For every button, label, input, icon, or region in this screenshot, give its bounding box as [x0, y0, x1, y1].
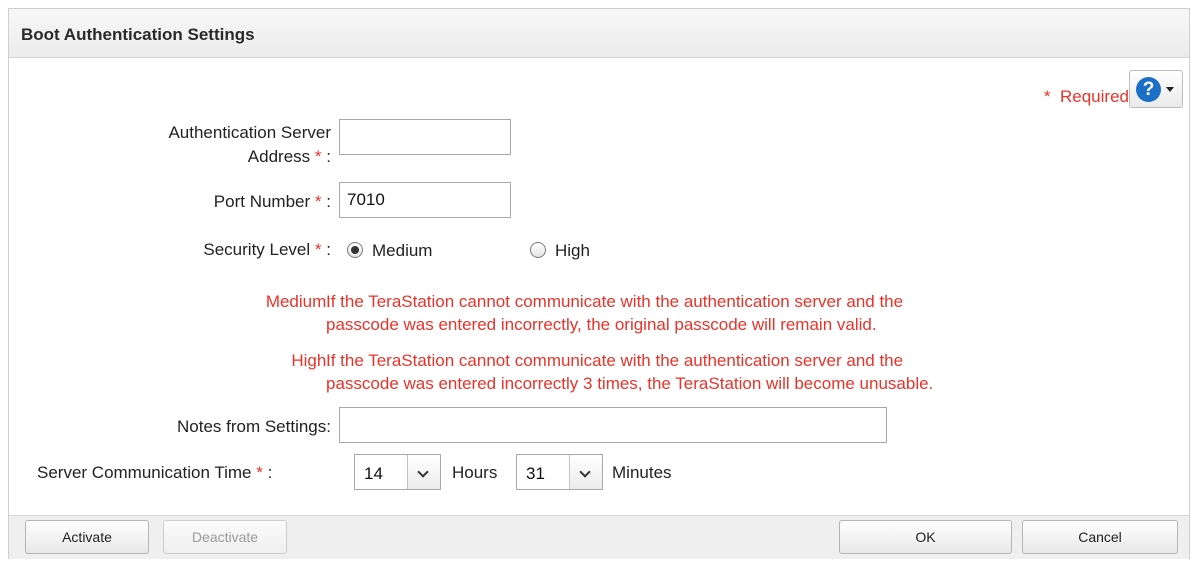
medium-note-line2: passcode was entered incorrectly, the or… — [326, 315, 877, 334]
minutes-value: 31 — [526, 464, 545, 483]
security-medium-label[interactable]: Medium — [372, 241, 432, 261]
port-required-star: * — [314, 192, 322, 211]
security-high-radio[interactable] — [530, 242, 546, 258]
minutes-label: Minutes — [612, 463, 672, 482]
dialog-titlebar: Boot Authentication Settings — [9, 9, 1189, 58]
notes-label: Notes from Settings: — [176, 417, 331, 436]
security-high-label[interactable]: High — [555, 241, 590, 261]
ok-button[interactable]: OK — [839, 520, 1012, 554]
chevron-down-icon — [569, 455, 602, 489]
high-note-line2: passcode was entered incorrectly 3 times… — [326, 374, 934, 393]
high-note-line1: If the TeraStation cannot communicate wi… — [326, 351, 904, 370]
port-label: Port Number — [213, 192, 311, 211]
comm-time-colon: : — [267, 463, 273, 482]
auth-server-label-line2-row: Address * : — [248, 147, 331, 167]
deactivate-button[interactable]: Deactivate — [163, 520, 287, 554]
required-star: * — [1043, 87, 1051, 106]
hours-value: 14 — [364, 464, 383, 483]
port-number-input[interactable] — [339, 182, 511, 218]
auth-server-label-line1: Authentication Server — [168, 123, 331, 142]
minutes-select[interactable]: 31 — [516, 454, 603, 490]
cancel-button[interactable]: Cancel — [1022, 520, 1178, 554]
help-icon: ? — [1136, 77, 1161, 102]
required-indicator: * Required — [1044, 87, 1129, 107]
security-label: Security Level — [203, 240, 311, 259]
dialog-title: Boot Authentication Settings — [21, 25, 255, 44]
security-required-star: * — [314, 240, 322, 259]
auth-server-label-line2: Address — [247, 147, 311, 166]
notes-input[interactable] — [339, 407, 887, 443]
required-label: Required — [1060, 87, 1129, 106]
auth-server-required-star: * — [314, 147, 322, 166]
chevron-down-icon — [1166, 87, 1174, 92]
help-button[interactable]: ? — [1129, 70, 1183, 108]
comm-time-label: Server Communication Time — [37, 463, 252, 482]
port-label-row: Port Number * : — [214, 192, 331, 212]
medium-note-line1: If the TeraStation cannot communicate wi… — [326, 292, 904, 311]
auth-server-input[interactable] — [339, 119, 511, 155]
auth-server-colon: : — [326, 147, 331, 166]
hours-label: Hours — [452, 463, 498, 482]
chevron-down-icon — [407, 455, 440, 489]
security-medium-radio[interactable] — [347, 242, 363, 258]
security-label-row: Security Level * : — [203, 240, 331, 260]
boot-auth-dialog: Boot Authentication Settings * Required … — [8, 8, 1190, 559]
medium-note-prefix: Medium: — [265, 292, 331, 311]
dialog-footer: Activate Deactivate OK Cancel — [9, 515, 1189, 559]
activate-button[interactable]: Activate — [25, 520, 149, 554]
comm-time-label-row: Server Communication Time * : — [37, 463, 272, 483]
security-colon: : — [326, 240, 331, 259]
comm-time-required-star: * — [256, 463, 263, 482]
hours-select[interactable]: 14 — [354, 454, 441, 490]
port-colon: : — [326, 192, 331, 211]
